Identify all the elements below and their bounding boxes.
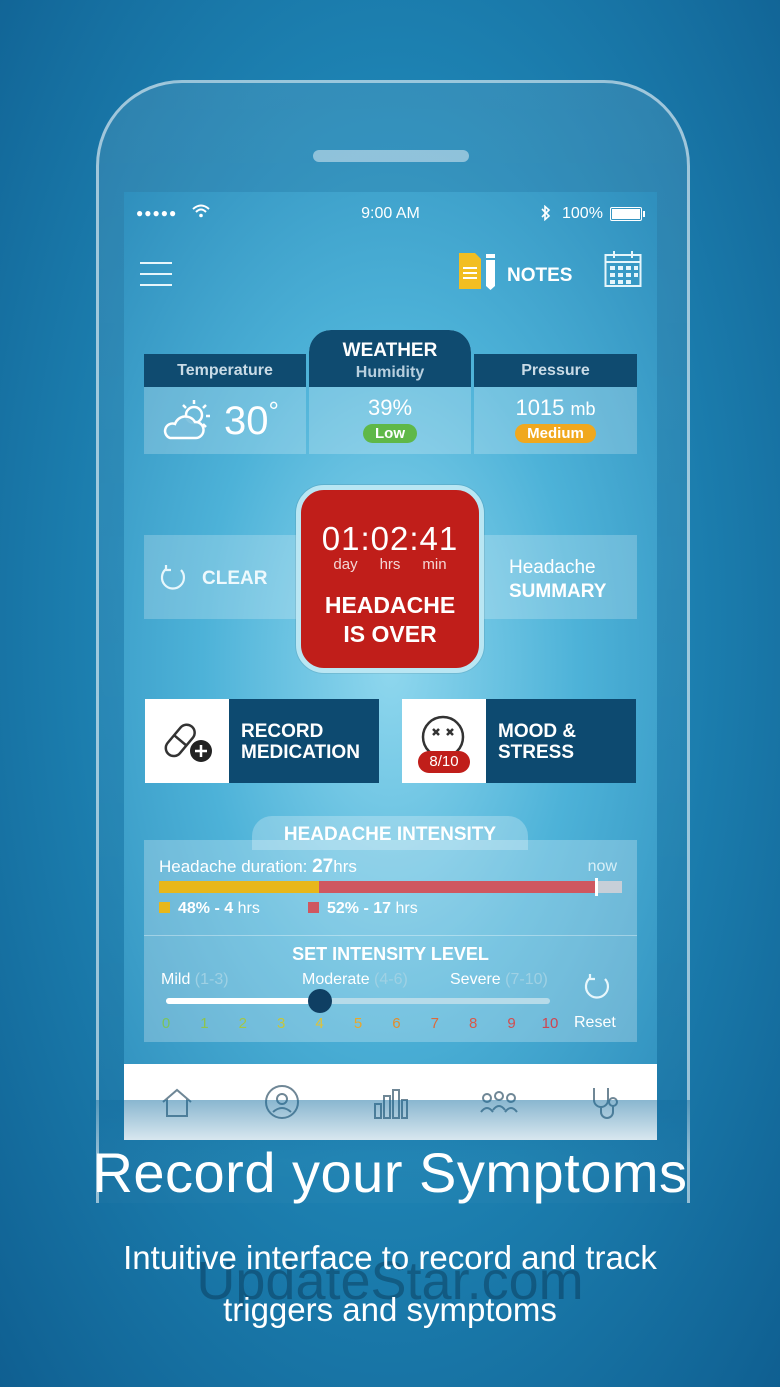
mood-stress-button[interactable]: 8/10 MOOD & STRESS xyxy=(402,699,636,783)
phone-speaker xyxy=(313,150,469,162)
headache-summary-button[interactable]: Headache SUMMARY xyxy=(467,535,637,619)
app-screen: ●●●●● 9:00 AM 100% NOTES Temperature 30°… xyxy=(124,192,657,1140)
headache-timer-button[interactable]: 01:02:41 day hrs min HEADACHE IS OVER xyxy=(296,485,484,673)
battery-icon xyxy=(610,207,645,221)
promo-subline: Intuitive interface to record and track … xyxy=(0,1232,780,1336)
timer-unit-day: day xyxy=(333,556,358,573)
intensity-slider[interactable] xyxy=(166,989,550,1013)
legend-swatch-red xyxy=(308,902,319,913)
mood-score-badge: 8/10 xyxy=(418,751,470,773)
scale-number-8[interactable]: 8 xyxy=(469,1015,477,1032)
summary-label-2: SUMMARY xyxy=(509,581,607,602)
clear-label: CLEAR xyxy=(202,568,268,589)
duration-bar xyxy=(159,878,622,896)
level-moderate: Moderate (4-6) xyxy=(302,971,408,988)
set-intensity-title: SET INTENSITY LEVEL xyxy=(292,944,489,964)
legend-segment-1: 48% - 4 hrs xyxy=(159,900,260,918)
temperature-cell: Temperature 30° xyxy=(144,354,306,454)
promo-subline-2: triggers and symptoms xyxy=(223,1291,557,1328)
status-bar: ●●●●● 9:00 AM 100% xyxy=(124,192,657,236)
now-label: now xyxy=(587,858,617,875)
reset-icon[interactable] xyxy=(582,972,612,1002)
notes-label[interactable]: NOTES xyxy=(507,265,572,287)
scale-number-5[interactable]: 5 xyxy=(354,1015,362,1032)
divider xyxy=(144,935,637,936)
timer-unit-min: min xyxy=(422,556,447,573)
headache-duration: Headache duration: 27hrs xyxy=(159,856,357,877)
partly-cloudy-icon xyxy=(162,398,216,442)
slider-fill xyxy=(166,998,320,1004)
scale-number-3[interactable]: 3 xyxy=(277,1015,285,1032)
pressure-cell: Pressure 1015 mb Medium xyxy=(474,354,637,454)
timer-message: HEADACHE IS OVER xyxy=(324,592,456,647)
battery-percent: 100% xyxy=(562,205,603,222)
scale-number-0[interactable]: 0 xyxy=(162,1015,170,1032)
duration-segment-mild xyxy=(159,881,319,893)
promo-subline-1: Intuitive interface to record and track xyxy=(123,1239,657,1276)
timer-units: day hrs min xyxy=(301,556,479,573)
humidity-label: Humidity xyxy=(355,364,425,381)
temperature-label: Temperature xyxy=(144,354,306,387)
pill-add-icon xyxy=(159,715,215,767)
promo-headline: Record your Symptoms xyxy=(92,1141,688,1204)
notes-icon[interactable] xyxy=(458,252,498,290)
summary-label-1: Headache xyxy=(509,557,596,578)
scale-number-6[interactable]: 6 xyxy=(392,1015,400,1032)
calendar-icon[interactable] xyxy=(604,250,642,288)
scale-number-10[interactable]: 10 xyxy=(542,1015,559,1032)
scale-number-7[interactable]: 7 xyxy=(431,1015,439,1032)
bluetooth-icon xyxy=(540,204,552,226)
medication-label: RECORD MEDICATION xyxy=(241,721,360,763)
mood-label: MOOD & STRESS xyxy=(498,721,577,763)
legend-swatch-yellow xyxy=(159,902,170,913)
intensity-scale: 0 1 2 3 4 5 6 7 8 9 10 xyxy=(160,1015,559,1035)
weather-panel: Temperature 30° WEATHER Humidity 39% Low… xyxy=(144,330,637,456)
weather-title: WEATHER xyxy=(342,340,438,361)
reset-button[interactable]: Reset xyxy=(574,1014,616,1032)
pressure-label: Pressure xyxy=(474,354,637,387)
level-severe: Severe (7-10) xyxy=(450,971,548,988)
scale-number-1[interactable]: 1 xyxy=(200,1015,208,1032)
scale-number-2[interactable]: 2 xyxy=(239,1015,247,1032)
pressure-value: 1015 mb xyxy=(515,395,596,420)
slider-thumb[interactable] xyxy=(307,989,332,1013)
intensity-title: HEADACHE INTENSITY xyxy=(252,816,528,850)
temperature-value: 30° xyxy=(224,396,279,443)
legend-segment-2: 52% - 17 hrs xyxy=(308,900,418,918)
refresh-icon xyxy=(158,563,188,593)
clear-button[interactable]: CLEAR xyxy=(144,535,314,619)
hamburger-menu-icon[interactable] xyxy=(140,262,172,286)
humidity-badge: Low xyxy=(363,424,417,443)
now-marker xyxy=(595,878,598,896)
record-medication-button[interactable]: RECORD MEDICATION xyxy=(145,699,379,783)
timer-clock: 01:02:41 xyxy=(321,520,459,557)
duration-segment-severe xyxy=(319,881,597,893)
level-mild: Mild (1-3) xyxy=(161,971,229,988)
humidity-value: 39% xyxy=(367,395,413,420)
headache-intensity-panel: HEADACHE INTENSITY Headache duration: 27… xyxy=(144,816,637,1042)
scale-number-9[interactable]: 9 xyxy=(507,1015,515,1032)
humidity-cell: WEATHER Humidity 39% Low xyxy=(309,330,471,454)
pressure-badge: Medium xyxy=(515,424,596,443)
scale-number-4[interactable]: 4 xyxy=(315,1015,323,1032)
timer-unit-hrs: hrs xyxy=(379,556,401,573)
